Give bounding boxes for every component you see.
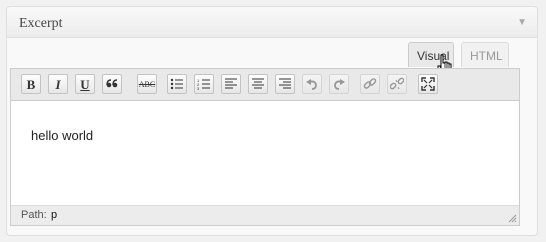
blockquote-button[interactable] [102,74,122,94]
svg-text:3: 3 [197,86,200,90]
blockquote-icon [106,79,118,88]
editor-toolbar: B I U ABC 1 2 3 [11,69,519,101]
tab-html[interactable]: HTML [461,42,509,67]
redo-icon [334,79,345,90]
underline-icon: U [80,76,90,92]
editor-content[interactable]: hello world [31,128,93,143]
align-left-button[interactable] [221,74,241,94]
align-right-button[interactable] [275,74,295,94]
bullet-list-button[interactable] [167,74,187,94]
link-icon [363,78,377,89]
panel-header[interactable]: Excerpt ▼ [7,7,537,38]
fullscreen-button[interactable] [418,74,438,94]
align-center-button[interactable] [248,74,268,94]
editor-statusbar: Path: p [11,205,519,225]
path-value[interactable]: p [51,209,57,221]
path-label: Path: [21,209,47,221]
numbered-list-button[interactable]: 1 2 3 [194,74,214,94]
editor: B I U ABC 1 2 3 hello world Path: p [10,68,520,226]
undo-icon [306,79,317,90]
italic-button[interactable]: I [48,74,68,94]
bullet-list-icon [170,78,183,90]
triangle-down-icon[interactable]: ▼ [517,17,527,28]
italic-icon: I [55,76,61,92]
bold-button[interactable]: B [21,74,41,94]
align-left-icon [225,78,237,89]
align-right-icon [279,78,291,89]
unlink-button[interactable] [387,74,407,94]
align-center-icon [252,78,264,89]
unlink-icon [390,77,404,90]
strikethrough-icon: ABC [138,79,156,89]
redo-button[interactable] [329,74,349,94]
underline-button[interactable]: U [75,74,95,94]
bold-icon: B [26,76,36,92]
undo-button[interactable] [302,74,322,94]
strikethrough-button[interactable]: ABC [137,74,157,94]
link-button[interactable] [360,74,380,94]
panel-title: Excerpt [19,16,63,31]
resize-handle-icon[interactable] [507,213,517,223]
fullscreen-icon [421,77,435,91]
numbered-list-icon: 1 2 3 [197,78,210,90]
